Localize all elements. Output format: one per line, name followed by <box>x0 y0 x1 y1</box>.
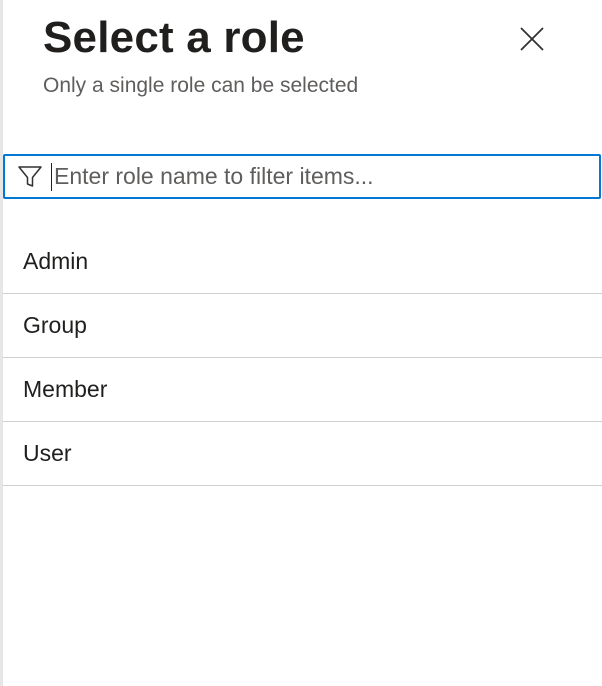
role-filter-input[interactable] <box>54 156 599 197</box>
list-item-label: Group <box>23 312 87 338</box>
role-filter <box>3 154 601 199</box>
list-item-admin[interactable]: Admin <box>3 230 602 294</box>
close-button[interactable] <box>513 20 551 58</box>
panel-header: Select a role Only a single role can be … <box>3 0 602 150</box>
text-cursor <box>51 162 52 191</box>
list-item-user[interactable]: User <box>3 422 602 486</box>
list-item-member[interactable]: Member <box>3 358 602 422</box>
select-role-panel: Select a role Only a single role can be … <box>0 0 602 686</box>
list-item-group[interactable]: Group <box>3 294 602 358</box>
page-title: Select a role <box>43 13 305 62</box>
close-icon <box>518 25 546 53</box>
filter-icon <box>15 162 45 192</box>
list-item-label: Admin <box>23 248 89 274</box>
page-subtitle: Only a single role can be selected <box>43 74 359 97</box>
list-item-label: Member <box>23 376 108 402</box>
list-item-label: User <box>23 440 72 466</box>
role-list: Admin Group Member User <box>3 230 602 486</box>
